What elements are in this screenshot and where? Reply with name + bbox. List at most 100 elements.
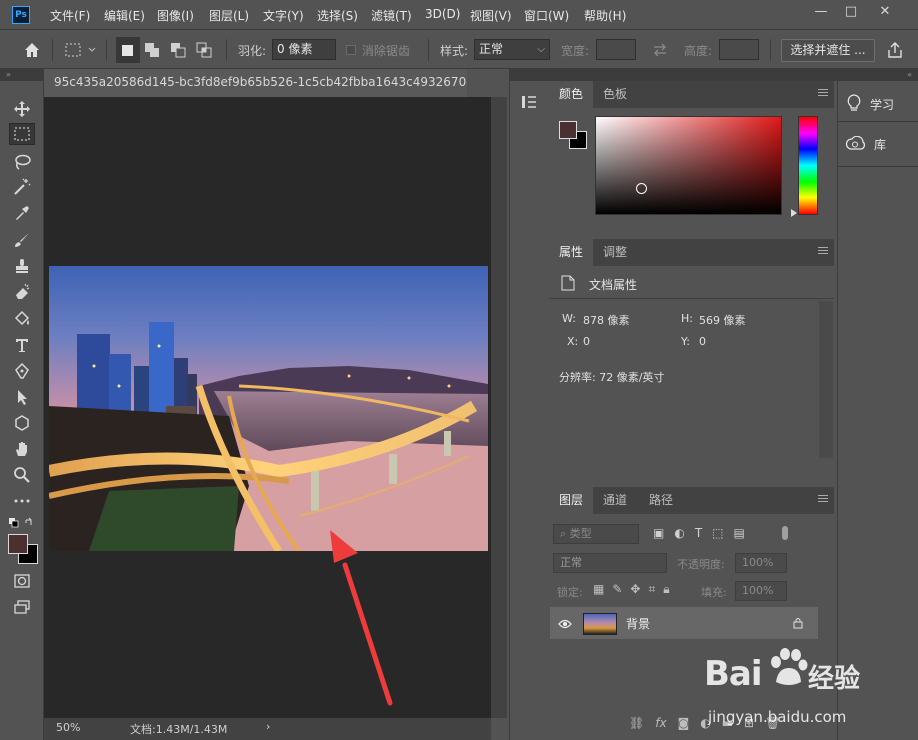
menu-select[interactable]: 选择(S): [317, 7, 358, 24]
width-prop-value[interactable]: 878 像素: [583, 312, 630, 328]
magic-wand-tool-icon[interactable]: [9, 176, 35, 198]
hand-tool-icon[interactable]: [9, 438, 35, 460]
menu-image[interactable]: 图像(I): [157, 7, 194, 24]
rectangular-marquee-tool-icon[interactable]: [9, 123, 35, 145]
new-selection-icon[interactable]: [116, 37, 140, 63]
opacity-input[interactable]: 100%: [735, 553, 787, 573]
learn-button[interactable]: 学习: [846, 91, 894, 117]
saturation-value-picker[interactable]: [595, 116, 782, 215]
panel-menu-icon[interactable]: [818, 495, 828, 505]
home-icon[interactable]: [22, 40, 42, 60]
tab-paths[interactable]: 路径: [639, 487, 683, 514]
layer-filter-select[interactable]: ⌕ 类型: [553, 524, 639, 544]
quick-mask-icon[interactable]: [9, 570, 35, 592]
eyedropper-tool-icon[interactable]: [9, 202, 35, 224]
marquee-preset-icon[interactable]: [64, 41, 98, 59]
menu-edit[interactable]: 编辑(E): [104, 7, 145, 24]
color-foreground-swatch[interactable]: [559, 121, 577, 139]
path-selection-tool-icon[interactable]: [9, 386, 35, 408]
layer-name[interactable]: 背景: [626, 615, 650, 632]
lock-position-icon[interactable]: ✥: [630, 582, 640, 598]
eye-icon[interactable]: [558, 618, 572, 629]
menu-layer[interactable]: 图层(L): [209, 7, 249, 24]
eraser-tool-icon[interactable]: [9, 281, 35, 303]
toolbar-collapse-icon[interactable]: »: [0, 69, 44, 81]
filter-toggle-icon[interactable]: [782, 526, 788, 540]
history-icon[interactable]: [520, 93, 538, 111]
lock-transparency-icon[interactable]: ▦: [593, 582, 604, 598]
zoom-level[interactable]: 50%: [56, 721, 80, 734]
default-colors-icon[interactable]: [8, 517, 36, 531]
layer-row[interactable]: 背景: [550, 607, 818, 639]
menu-file[interactable]: 文件(F): [50, 7, 90, 24]
image-filter-icon[interactable]: ▣: [653, 526, 664, 542]
swap-icon[interactable]: [652, 42, 668, 58]
clone-stamp-tool-icon[interactable]: [9, 255, 35, 277]
paint-bucket-tool-icon[interactable]: [9, 308, 35, 330]
add-selection-icon[interactable]: [142, 39, 162, 61]
fx-icon[interactable]: fx: [655, 716, 666, 730]
menu-type[interactable]: 文字(Y): [263, 7, 304, 24]
subtract-selection-icon[interactable]: [168, 39, 188, 61]
shape-filter-icon[interactable]: ⬚: [712, 526, 723, 542]
more-tools-icon[interactable]: [9, 490, 35, 512]
fill-input[interactable]: 100%: [735, 581, 787, 601]
move-tool-icon[interactable]: [9, 98, 35, 120]
width-input[interactable]: [596, 39, 636, 60]
link-icon[interactable]: ⛓: [629, 716, 644, 730]
properties-scrollbar[interactable]: [819, 301, 833, 458]
shape-tool-icon[interactable]: [9, 412, 35, 434]
lock-all-icon[interactable]: 🔒︎: [663, 582, 669, 598]
brush-tool-icon[interactable]: [9, 229, 35, 251]
document-image[interactable]: [49, 266, 488, 551]
y-prop-value[interactable]: 0: [699, 335, 706, 348]
menu-3d[interactable]: 3D(D): [425, 7, 460, 21]
maximize-button[interactable]: □: [838, 2, 864, 22]
tab-color[interactable]: 颜色: [549, 81, 594, 108]
pen-tool-icon[interactable]: [9, 360, 35, 382]
color-picker-cursor[interactable]: [636, 183, 647, 194]
zoom-tool-icon[interactable]: [9, 464, 35, 486]
tab-properties[interactable]: 属性: [549, 239, 594, 266]
height-input[interactable]: [719, 39, 759, 60]
intersect-selection-icon[interactable]: [194, 39, 214, 61]
menu-filter[interactable]: 滤镜(T): [371, 7, 412, 24]
share-icon[interactable]: [886, 41, 904, 59]
close-button[interactable]: ✕: [872, 2, 898, 22]
panels-collapse-icon[interactable]: «: [509, 69, 918, 81]
tab-adjustments[interactable]: 调整: [593, 239, 637, 266]
tab-channels[interactable]: 通道: [593, 487, 637, 514]
tab-layers[interactable]: 图层: [549, 487, 594, 514]
panel-menu-icon[interactable]: [818, 89, 828, 99]
type-tool-icon[interactable]: [9, 334, 35, 356]
screen-mode-icon[interactable]: [9, 596, 35, 618]
panel-menu-icon[interactable]: [818, 247, 828, 257]
antialias-checkbox[interactable]: [346, 45, 356, 55]
tab-swatches[interactable]: 色板: [593, 81, 637, 108]
lasso-tool-icon[interactable]: [9, 151, 35, 173]
height-prop-value[interactable]: 569 像素: [699, 312, 746, 328]
x-prop-value[interactable]: 0: [583, 335, 590, 348]
menu-window[interactable]: 窗口(W): [524, 7, 569, 24]
libraries-button[interactable]: 库: [845, 131, 886, 157]
feather-input[interactable]: 0 像素: [272, 39, 336, 60]
select-and-mask-button[interactable]: 选择并遮住 ...: [781, 39, 875, 62]
hue-slider-handle[interactable]: [791, 209, 797, 217]
layer-filter-value: 类型: [569, 527, 592, 540]
canvas-vertical-scrollbar[interactable]: [491, 97, 507, 718]
blend-mode-select[interactable]: 正常: [553, 553, 667, 573]
minimize-button[interactable]: —: [808, 2, 834, 22]
lock-pixels-icon[interactable]: ✎: [612, 582, 622, 598]
adjustment-filter-icon[interactable]: ◐: [674, 526, 684, 542]
hue-slider[interactable]: [798, 116, 818, 215]
menu-view[interactable]: 视图(V): [470, 7, 512, 24]
smart-object-filter-icon[interactable]: ▤: [734, 526, 745, 542]
document-tab[interactable]: 95c435a20586d145-bc3fd8ef9b65b526-1c5cb4…: [44, 69, 467, 97]
mask-icon[interactable]: ◙: [678, 716, 690, 730]
style-select[interactable]: 正常 ⌵: [474, 39, 550, 60]
type-filter-icon[interactable]: T: [695, 526, 702, 542]
lock-artboard-icon[interactable]: ⌗: [648, 582, 655, 598]
foreground-color-swatch[interactable]: [8, 534, 28, 554]
status-menu-arrow[interactable]: ›: [266, 720, 270, 733]
menu-help[interactable]: 帮助(H): [584, 7, 626, 24]
